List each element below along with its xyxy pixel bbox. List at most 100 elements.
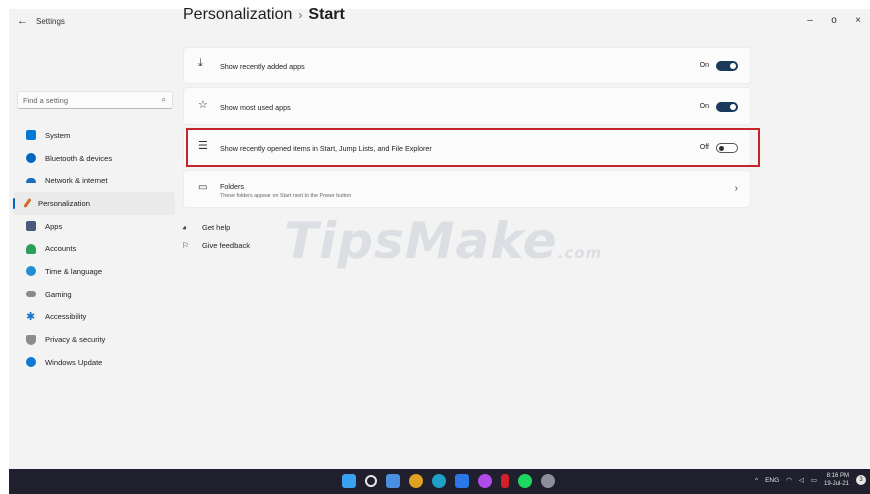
breadcrumb-separator: › bbox=[298, 8, 303, 22]
sidebar-item-label: Accessibility bbox=[45, 312, 87, 322]
language-indicator[interactable]: ENG bbox=[765, 477, 779, 484]
clock[interactable]: 8:16 PM 19-Jul-21 bbox=[824, 472, 849, 488]
toggle-state: Off bbox=[699, 144, 709, 151]
toggle-knob bbox=[730, 104, 736, 110]
sidebar-nav: System Bluetooth & devices Network & int… bbox=[9, 124, 179, 374]
setting-recently-added-apps: ⤓ Show recently added apps On bbox=[183, 47, 751, 84]
sidebar-item-accounts[interactable]: Accounts bbox=[9, 237, 179, 260]
setting-label: Show recently added apps bbox=[220, 62, 305, 71]
notification-badge[interactable]: 3 bbox=[856, 475, 866, 485]
close-button[interactable]: × bbox=[846, 11, 870, 29]
sidebar-item-label: Windows Update bbox=[45, 357, 103, 367]
toggle-state: On bbox=[699, 62, 709, 69]
sidebar-item-label: Accounts bbox=[45, 244, 77, 254]
help-links: ◕ Get help ⚐ Give feedback bbox=[182, 218, 250, 254]
gamepad-icon bbox=[26, 291, 36, 298]
bluetooth-icon bbox=[26, 153, 36, 164]
toggle-switch[interactable] bbox=[716, 61, 738, 71]
sidebar-item-windows-update[interactable]: Windows Update bbox=[9, 351, 179, 374]
help-icon: ◕ bbox=[182, 222, 187, 232]
brush-icon bbox=[23, 198, 32, 209]
setting-folders[interactable]: ▭ Folders These folders appear on Start … bbox=[183, 170, 751, 208]
system-tray: ^ ENG ◠ ◁ ▭ 8:16 PM 19-Jul-21 3 bbox=[755, 472, 866, 488]
search-icon[interactable] bbox=[365, 475, 377, 487]
settings-gear-icon[interactable] bbox=[541, 474, 555, 488]
setting-description: These folders appear on Start next to th… bbox=[220, 193, 352, 199]
search-icon[interactable]: ⌕ bbox=[162, 95, 166, 105]
folder-icon: ▭ bbox=[198, 182, 208, 193]
feedback-icon: ⚐ bbox=[182, 240, 190, 250]
volume-icon[interactable]: ◁ bbox=[799, 476, 804, 484]
person-icon bbox=[26, 243, 36, 254]
breadcrumb-parent[interactable]: Personalization bbox=[183, 6, 292, 23]
sidebar-item-gaming[interactable]: Gaming bbox=[9, 283, 179, 306]
task-view-icon[interactable] bbox=[386, 474, 400, 488]
update-icon bbox=[26, 357, 36, 368]
minimize-button[interactable]: – bbox=[798, 11, 822, 29]
active-indicator bbox=[13, 198, 15, 210]
accessibility-icon: ✱ bbox=[26, 310, 36, 323]
sidebar-item-label: System bbox=[45, 130, 71, 140]
watermark-text: TipsMake bbox=[284, 212, 558, 270]
apps-icon bbox=[26, 221, 36, 232]
app-title: Settings bbox=[36, 17, 65, 26]
give-feedback-label: Give feedback bbox=[202, 240, 250, 250]
clock-date: 19-Jul-21 bbox=[823, 481, 849, 487]
battery-icon[interactable]: ▭ bbox=[811, 476, 817, 484]
sidebar-item-label: Network & internet bbox=[45, 176, 108, 186]
start-icon[interactable] bbox=[342, 474, 356, 488]
chevron-right-icon[interactable]: › bbox=[735, 183, 738, 194]
sidebar-item-label: Personalization bbox=[38, 198, 90, 208]
setting-most-used-apps: ☆ Show most used apps On bbox=[183, 87, 751, 125]
netflix-icon[interactable] bbox=[501, 474, 509, 488]
taskbar-apps bbox=[342, 474, 555, 488]
sidebar-item-system[interactable]: System bbox=[9, 124, 179, 147]
watermark-suffix: .com bbox=[557, 244, 603, 262]
download-icon: ⤓ bbox=[198, 57, 203, 69]
sidebar-item-label: Apps bbox=[45, 221, 63, 231]
page-title: Personalization › Start bbox=[183, 6, 345, 24]
sidebar-item-time-language[interactable]: Time & language bbox=[9, 260, 179, 283]
title-bar: ← Settings – o × bbox=[9, 9, 870, 35]
get-help-label: Get help bbox=[202, 222, 231, 232]
star-icon: ☆ bbox=[198, 99, 208, 111]
setting-recently-opened-items: ☰ Show recently opened items in Start, J… bbox=[183, 129, 751, 166]
monitor-icon bbox=[26, 130, 36, 141]
toggle-switch[interactable] bbox=[716, 143, 738, 153]
toggle-switch[interactable] bbox=[716, 102, 738, 112]
spotify-icon[interactable] bbox=[518, 474, 532, 488]
give-feedback-link[interactable]: ⚐ Give feedback bbox=[182, 236, 250, 254]
wifi-icon[interactable]: ◠ bbox=[786, 476, 792, 484]
globe-clock-icon bbox=[26, 266, 36, 277]
search-box[interactable]: ⌕ bbox=[17, 91, 173, 109]
chevron-up-icon[interactable]: ^ bbox=[755, 477, 758, 484]
setting-label: Show recently opened items in Start, Jum… bbox=[220, 144, 432, 153]
list-icon: ☰ bbox=[198, 140, 208, 152]
sidebar-item-label: Time & language bbox=[45, 266, 103, 276]
messenger-icon[interactable] bbox=[478, 474, 492, 488]
back-arrow-icon[interactable]: ← bbox=[17, 15, 28, 27]
sidebar-item-network[interactable]: Network & internet bbox=[9, 169, 179, 192]
zalo-icon[interactable] bbox=[455, 474, 469, 488]
sidebar-item-label: Gaming bbox=[45, 289, 72, 299]
edge-icon[interactable] bbox=[432, 474, 446, 488]
clock-time: 8:16 PM bbox=[826, 473, 849, 479]
taskbar: ^ ENG ◠ ◁ ▭ 8:16 PM 19-Jul-21 3 bbox=[9, 469, 870, 494]
window-controls: – o × bbox=[798, 11, 870, 29]
sidebar-item-label: Privacy & security bbox=[45, 335, 106, 345]
setting-label: Folders bbox=[220, 182, 244, 191]
search-input[interactable] bbox=[23, 94, 153, 106]
sidebar-item-privacy[interactable]: Privacy & security bbox=[9, 328, 179, 351]
sidebar-item-accessibility[interactable]: ✱ Accessibility bbox=[9, 306, 179, 329]
sidebar-item-label: Bluetooth & devices bbox=[45, 153, 113, 163]
watermark: TipsMake.com bbox=[284, 212, 602, 270]
toggle-knob bbox=[730, 63, 736, 69]
chrome-icon[interactable] bbox=[409, 474, 423, 488]
toggle-state: On bbox=[699, 103, 709, 110]
sidebar-item-bluetooth[interactable]: Bluetooth & devices bbox=[9, 147, 179, 170]
get-help-link[interactable]: ◕ Get help bbox=[182, 218, 250, 236]
wifi-icon bbox=[26, 178, 36, 184]
maximize-button[interactable]: o bbox=[822, 11, 846, 29]
sidebar-item-apps[interactable]: Apps bbox=[9, 215, 179, 238]
sidebar-item-personalization[interactable]: Personalization bbox=[13, 192, 175, 215]
